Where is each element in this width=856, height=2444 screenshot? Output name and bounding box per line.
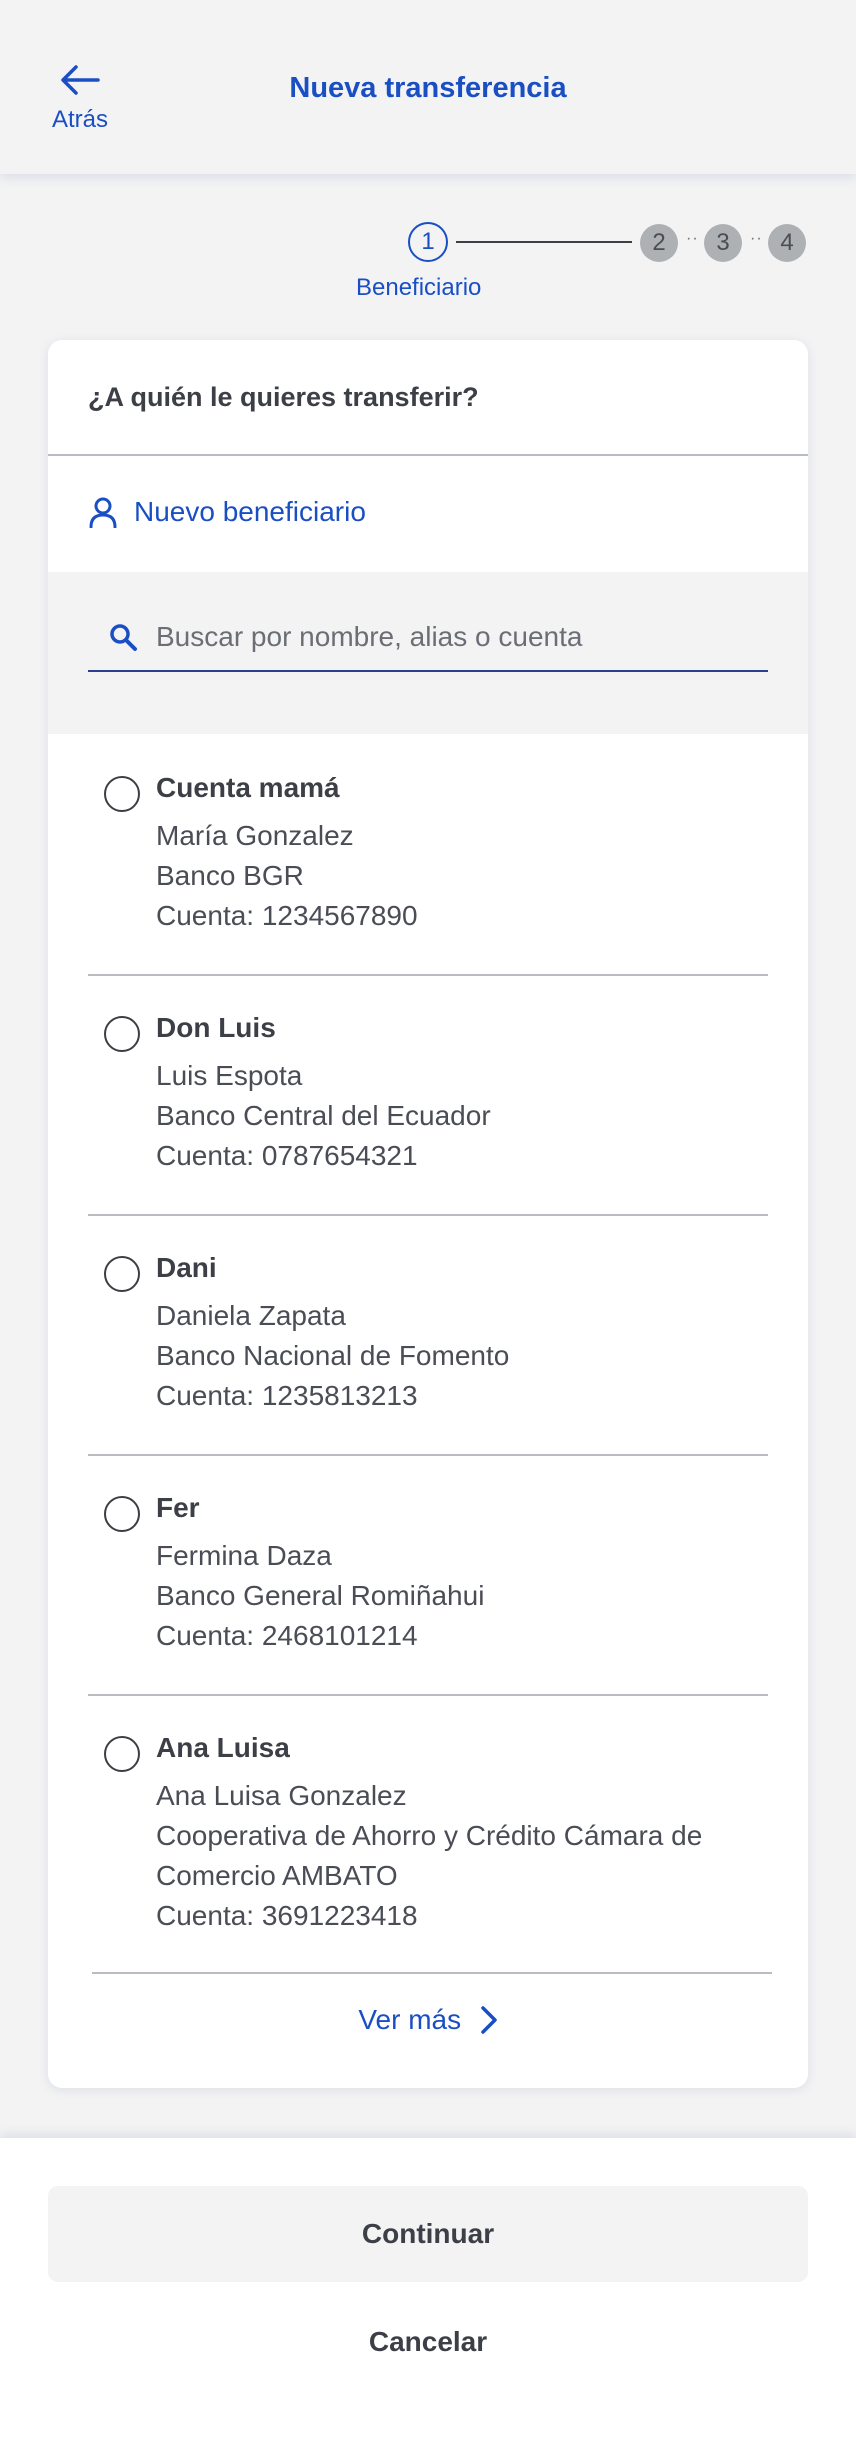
- beneficiary-alias: Don Luis: [156, 1012, 276, 1043]
- list-divider: [88, 1214, 768, 1216]
- beneficiary-radio[interactable]: [104, 1016, 140, 1052]
- page-title: Nueva transferencia: [289, 72, 567, 104]
- beneficiary-radio[interactable]: [104, 776, 140, 812]
- beneficiary-account: Cuenta: 1235813213: [156, 1380, 418, 1411]
- beneficiary-account: Cuenta: 1234567890: [156, 900, 418, 931]
- beneficiary-radio[interactable]: [104, 1496, 140, 1532]
- new-beneficiary-label: Nuevo beneficiario: [134, 496, 366, 527]
- beneficiary-bank: Banco Central del Ecuador: [156, 1100, 491, 1131]
- beneficiary-bank: Banco BGR: [156, 860, 304, 891]
- divider: [48, 454, 808, 456]
- step-dots: ··: [750, 230, 763, 247]
- list-divider: [92, 1972, 772, 1974]
- step-3-indicator: 3: [704, 224, 742, 262]
- beneficiary-account: Cuenta: 2468101214: [156, 1620, 418, 1651]
- beneficiary-name: María Gonzalez: [156, 820, 354, 851]
- continue-button[interactable]: Continuar: [48, 2186, 808, 2282]
- step-1-label: Beneficiario: [356, 274, 482, 301]
- beneficiary-alias: Fer: [156, 1492, 200, 1523]
- beneficiary-name: Daniela Zapata: [156, 1300, 346, 1331]
- beneficiary-radio[interactable]: [104, 1256, 140, 1292]
- beneficiary-bank: Comercio AMBATO: [156, 1860, 398, 1891]
- see-more-label: Ver más: [358, 2004, 462, 2035]
- list-divider: [88, 1694, 768, 1696]
- progress-stepper: 1 2 ·· 3 ·· 4 Beneficiario: [0, 222, 856, 302]
- list-divider: [88, 974, 768, 976]
- step-1-indicator: 1: [408, 222, 448, 262]
- cancel-button[interactable]: Cancelar: [48, 2304, 808, 2380]
- beneficiary-bank: Cooperativa de Ahorro y Crédito Cámara d…: [156, 1820, 703, 1851]
- beneficiary-alias: Ana Luisa: [156, 1732, 290, 1763]
- search-field: [88, 604, 768, 672]
- beneficiary-bank: Banco General Romiñahui: [156, 1580, 485, 1611]
- search-input[interactable]: [154, 620, 758, 654]
- see-more-link[interactable]: Ver más: [48, 2004, 808, 2036]
- step-4-indicator: 4: [768, 224, 806, 262]
- beneficiary-name: Fermina Daza: [156, 1540, 332, 1571]
- beneficiary-bank: Banco Nacional de Fomento: [156, 1340, 510, 1371]
- back-label: Atrás: [51, 106, 108, 133]
- card-question: ¿A quién le quieres transferir?: [88, 382, 479, 412]
- app-header: Atrás Nueva transferencia: [0, 0, 856, 174]
- beneficiary-alias: Dani: [156, 1252, 217, 1283]
- beneficiary-alias: Cuenta mamá: [156, 772, 340, 803]
- user-icon: [89, 497, 117, 528]
- new-beneficiary-link[interactable]: Nuevo beneficiario: [88, 492, 366, 532]
- step-2-indicator: 2: [640, 224, 678, 262]
- beneficiary-account: Cuenta: 3691223418: [156, 1900, 418, 1931]
- list-divider: [88, 1454, 768, 1456]
- beneficiary-card: ¿A quién le quieres transferir? Nuevo be…: [48, 340, 808, 2088]
- footer-actions: Continuar Cancelar: [0, 2138, 856, 2444]
- beneficiary-account: Cuenta: 0787654321: [156, 1140, 418, 1171]
- step-dots: ··: [686, 230, 699, 247]
- search-section: [48, 572, 808, 734]
- search-icon: [110, 624, 137, 651]
- beneficiary-name: Ana Luisa Gonzalez: [156, 1780, 407, 1811]
- step-connector: [456, 241, 632, 243]
- beneficiary-name: Luis Espota: [156, 1060, 303, 1091]
- chevron-right-icon: [480, 2006, 497, 2034]
- beneficiary-radio[interactable]: [104, 1736, 140, 1772]
